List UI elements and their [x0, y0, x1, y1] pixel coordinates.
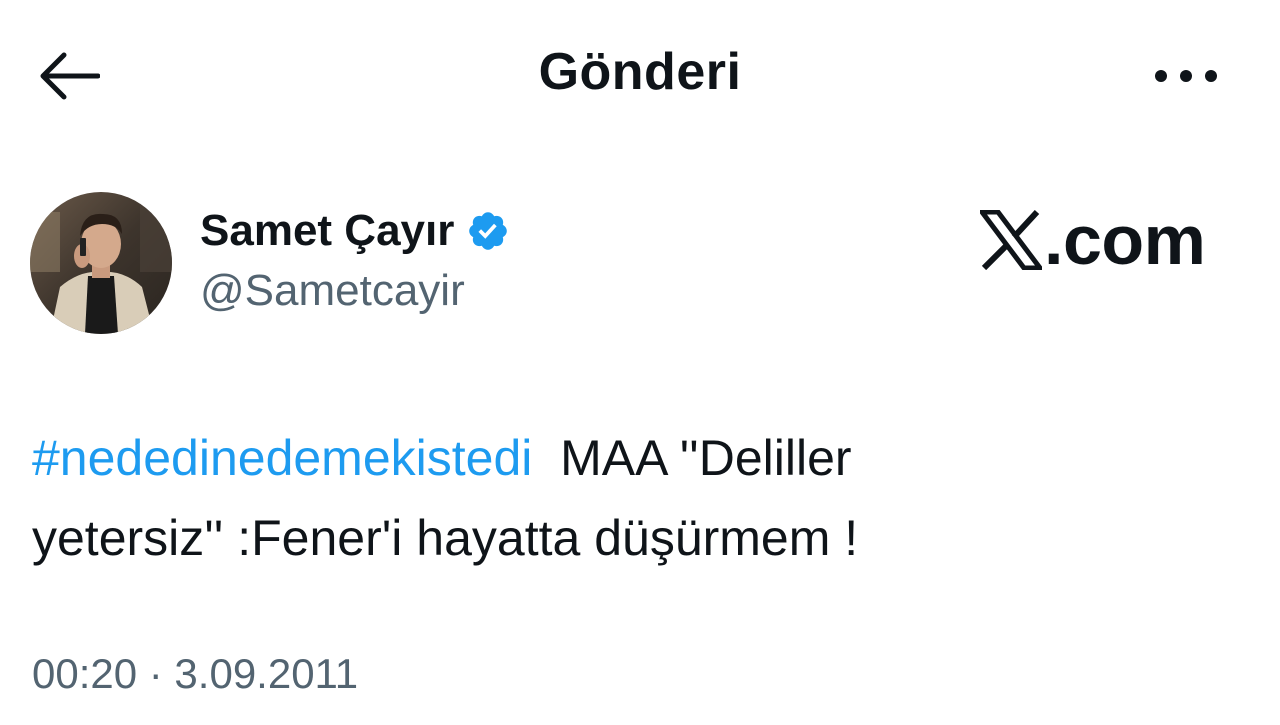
tweet-text: #nededinedemekistedi MAA ''Deliller yete… — [32, 418, 1032, 578]
more-options-button[interactable] — [1146, 56, 1226, 96]
author-name[interactable]: Samet Çayır — [200, 206, 454, 256]
tweet-text-line1: MAA ''Deliller — [532, 430, 852, 486]
author-name-row: Samet Çayır — [200, 206, 510, 256]
x-logo-icon — [980, 210, 1042, 270]
more-horizontal-icon — [1155, 70, 1217, 82]
avatar-photo — [30, 192, 172, 334]
page-title: Gönderi — [538, 43, 742, 101]
author-handle[interactable]: @Sametcayir — [200, 266, 465, 316]
brand-text: .com — [1044, 201, 1206, 279]
hashtag-link[interactable]: #nededinedemekistedi — [32, 430, 532, 486]
tweet-text-line2: yetersiz'' :Fener'i hayatta düşürmem ! — [32, 510, 859, 566]
timestamp[interactable]: 00:20 · 3.09.2011 — [32, 650, 358, 698]
avatar[interactable] — [30, 192, 172, 334]
verified-badge-icon — [469, 212, 508, 250]
post-page: Gönderi Samet Çayır @Sametcayir .com #ne… — [0, 0, 1280, 725]
x-com-watermark: .com — [980, 200, 1206, 280]
